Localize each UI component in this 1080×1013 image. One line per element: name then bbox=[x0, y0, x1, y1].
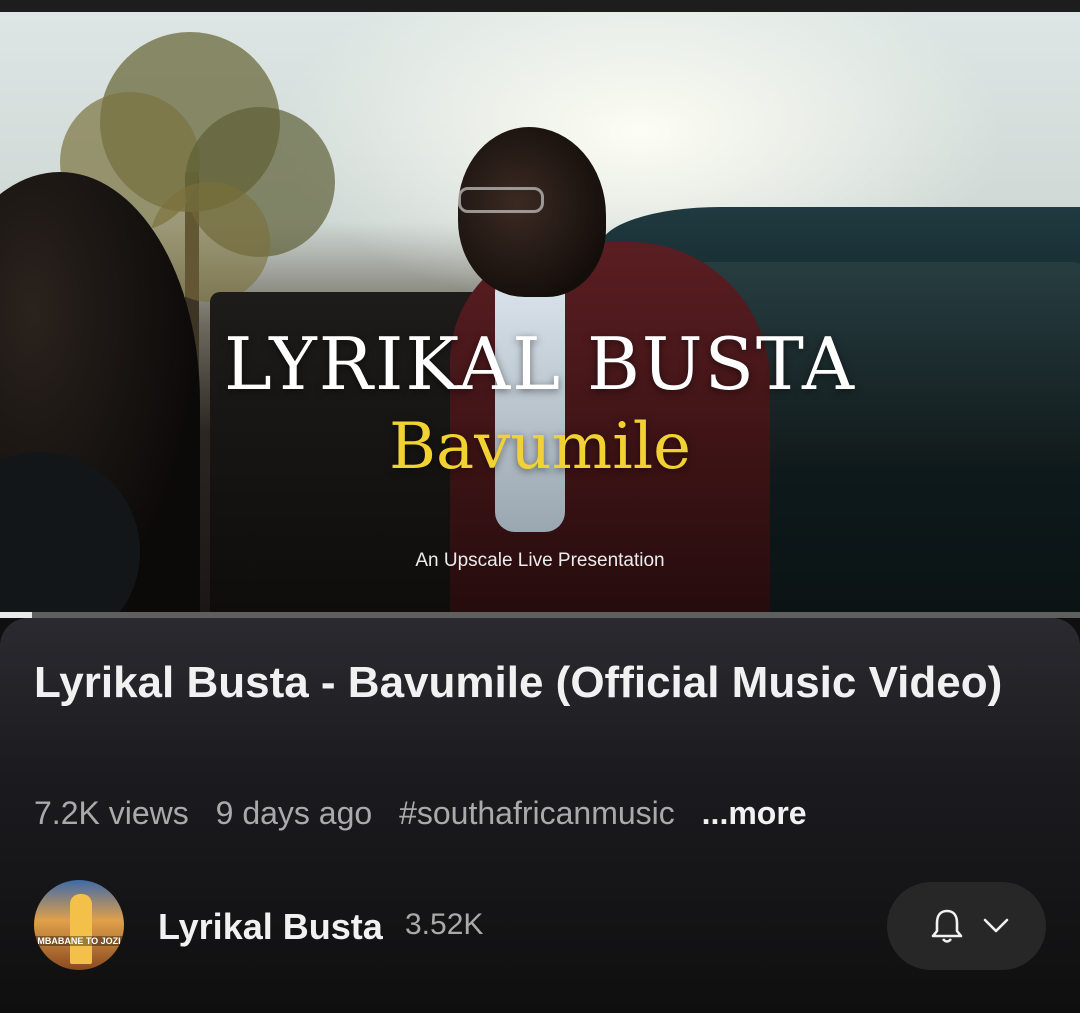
avatar-logo-text: MBABANE TO JOZI bbox=[34, 936, 124, 946]
artist-glasses bbox=[458, 187, 544, 213]
subscriber-count: 3.52K bbox=[405, 908, 484, 941]
video-overlay-title: LYRIKAL BUSTA bbox=[224, 322, 856, 406]
hashtag-link[interactable]: #southafricanmusic bbox=[399, 795, 675, 831]
upload-age: 9 days ago bbox=[215, 795, 373, 831]
video-meta[interactable]: 7.2K views 9 days ago #southafricanmusic… bbox=[34, 795, 825, 832]
notification-button[interactable] bbox=[887, 882, 1046, 970]
avatar-figure bbox=[70, 894, 92, 964]
channel-name[interactable]: Lyrikal Busta bbox=[158, 906, 383, 948]
view-count: 7.2K views bbox=[34, 795, 189, 831]
bell-icon bbox=[931, 909, 963, 943]
video-title[interactable]: Lyrikal Busta - Bavumile (Official Music… bbox=[34, 655, 1034, 711]
chevron-down-icon bbox=[983, 918, 1009, 933]
video-overlay-presentation: An Upscale Live Presentation bbox=[415, 550, 665, 571]
status-bar bbox=[0, 0, 1080, 12]
channel-avatar[interactable]: MBABANE TO JOZI bbox=[34, 880, 124, 970]
more-button[interactable]: ...more bbox=[702, 795, 807, 831]
video-overlay-subtitle: Bavumile bbox=[388, 410, 692, 484]
video-player[interactable]: LYRIKAL BUSTA Bavumile An Upscale Live P… bbox=[0, 12, 1080, 612]
